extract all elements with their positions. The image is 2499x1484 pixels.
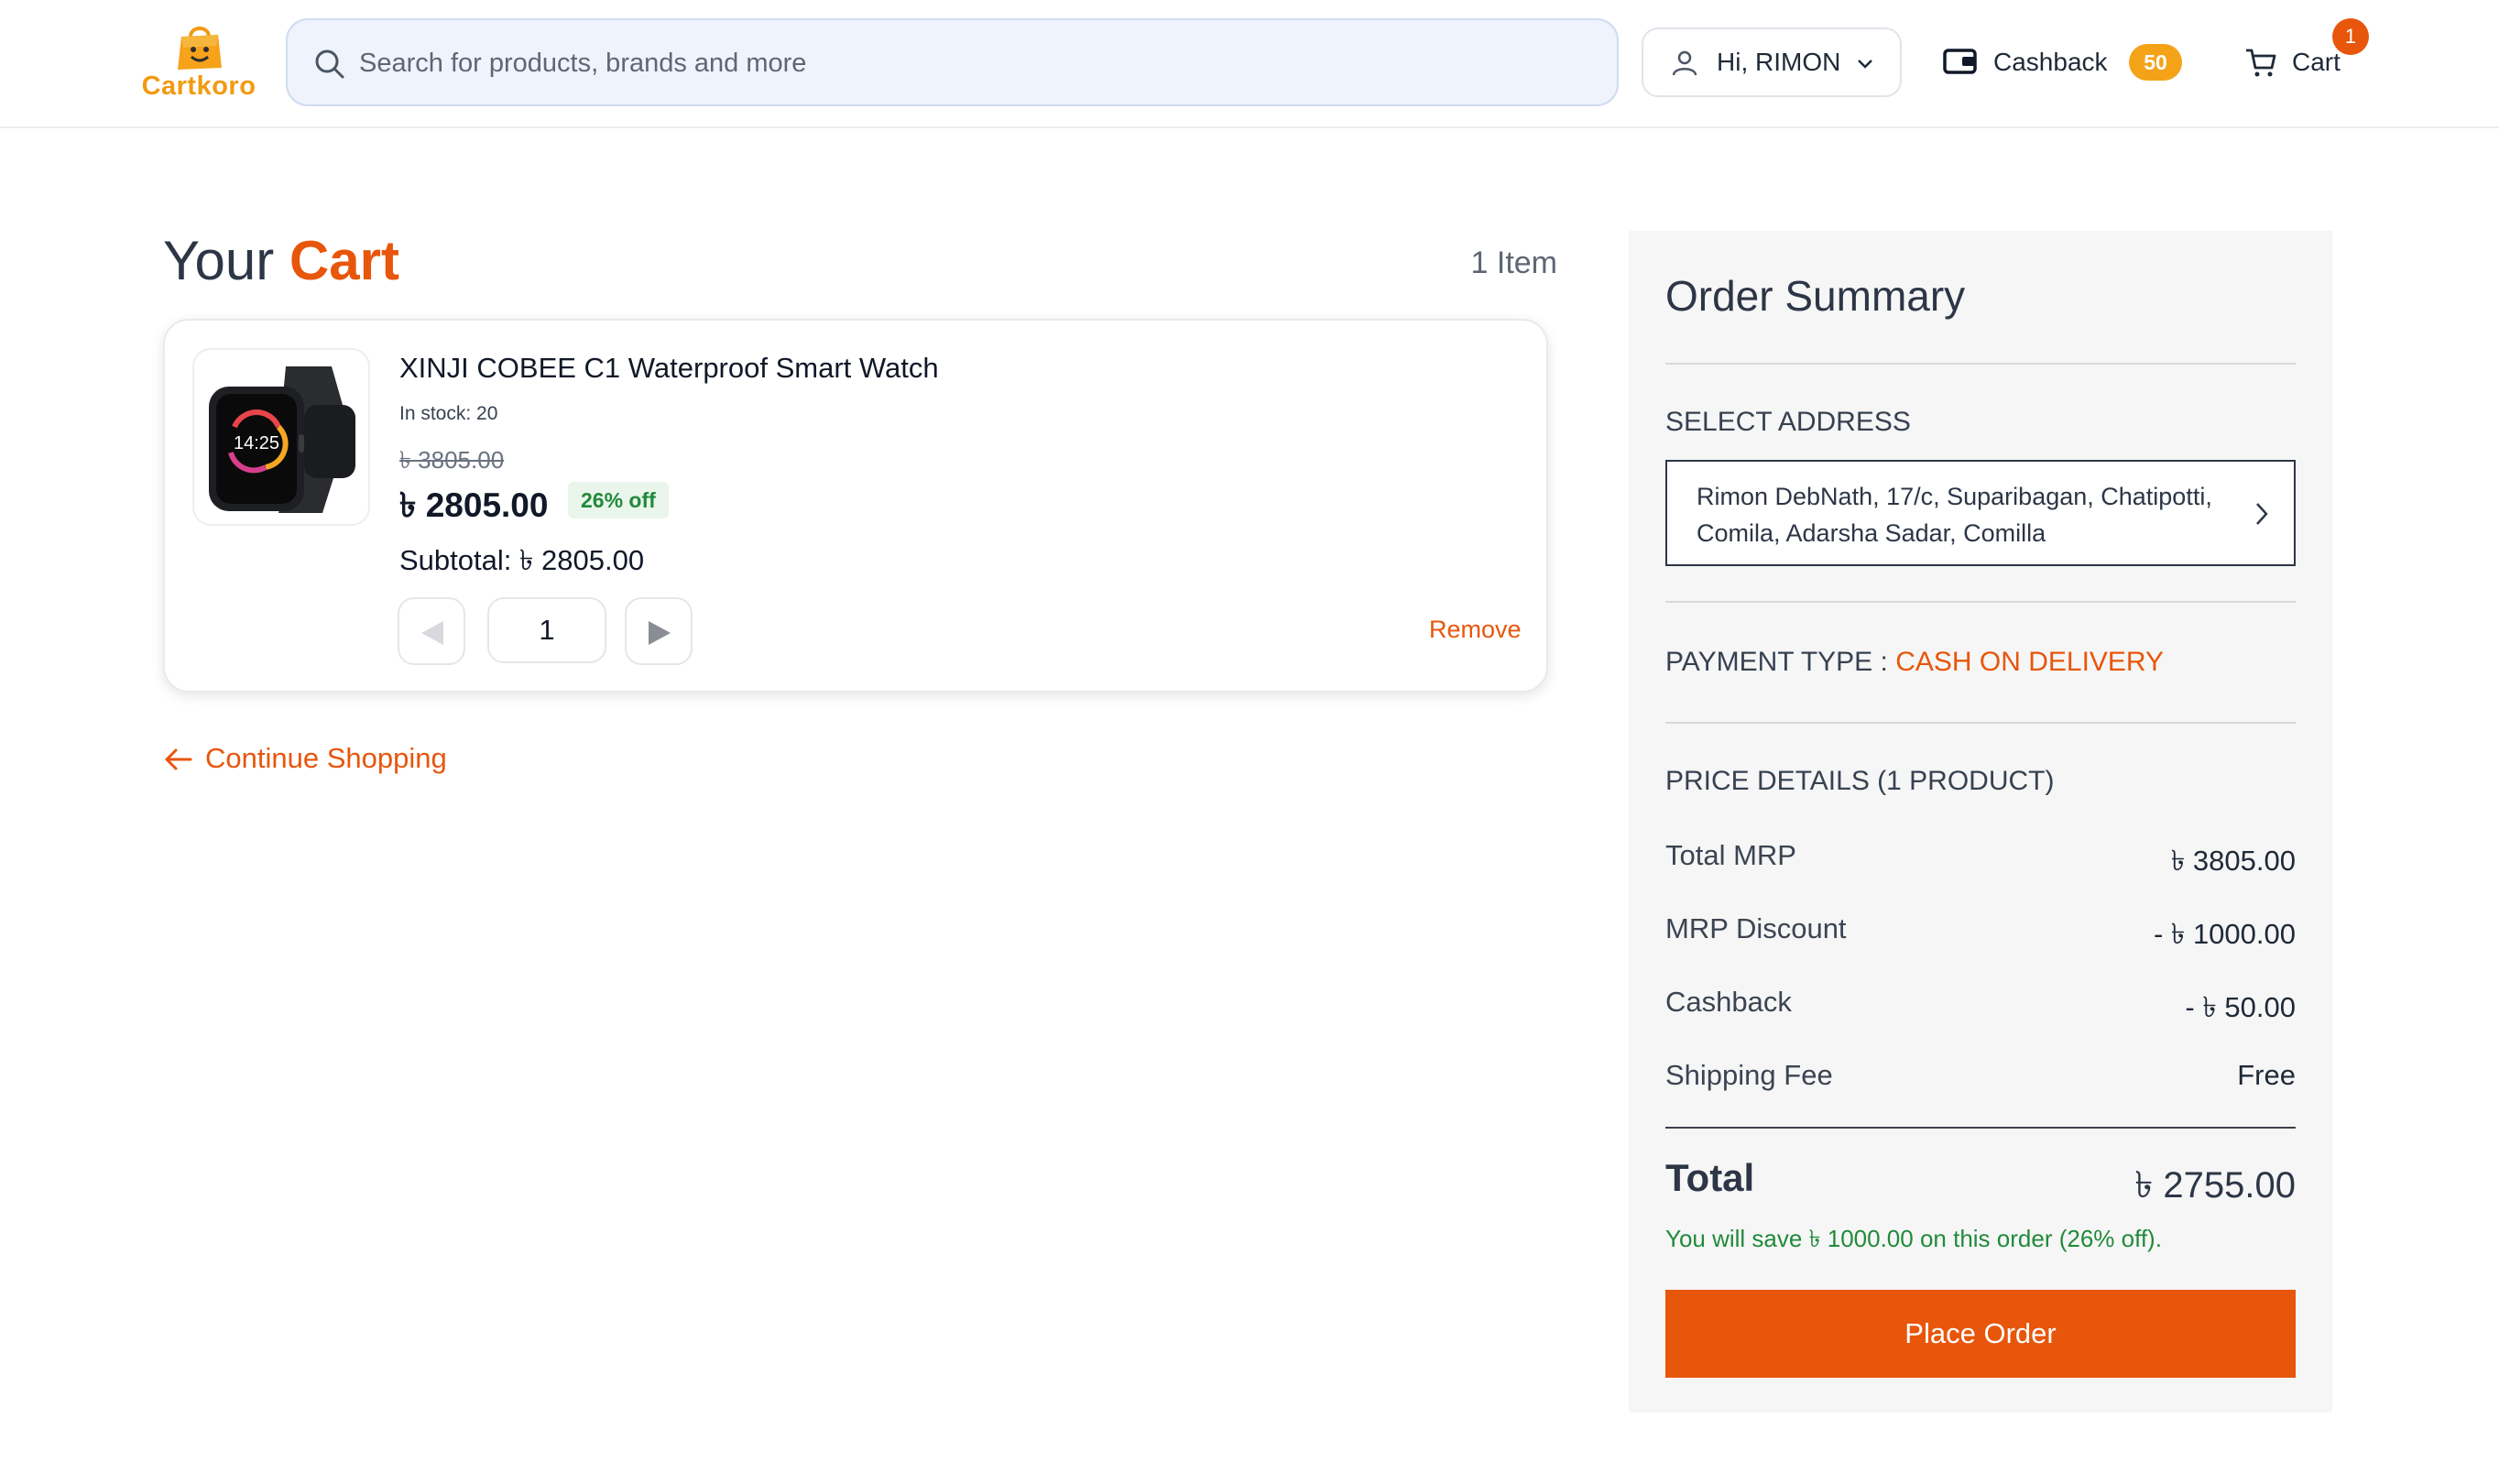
total-label: Total	[1665, 1156, 1755, 1199]
arrow-left-icon	[165, 748, 192, 770]
order-summary-title: Order Summary	[1665, 272, 1966, 320]
cartkoro-logo[interactable]: Cartkoro	[139, 20, 258, 104]
shipping-fee-value: Free	[2237, 1059, 2296, 1091]
quantity-input[interactable]: 1	[487, 597, 606, 663]
original-price: ৳ 3805.00	[399, 446, 505, 474]
top-header: Cartkoro Hi, RIMON Cashback 50	[0, 0, 2499, 128]
payment-type: PAYMENT TYPE : CASH ON DELIVERY	[1665, 647, 2164, 678]
cashback-badge: 50	[2129, 44, 2182, 81]
total-mrp-label: Total MRP	[1665, 839, 1796, 871]
divider	[1665, 601, 2296, 603]
place-order-button[interactable]: Place Order	[1665, 1290, 2296, 1378]
shopping-bag-icon	[178, 27, 222, 70]
item-count: 1 Item	[1470, 246, 1557, 280]
title-prefix: Your	[163, 230, 275, 291]
selected-address: Rimon DebNath, 17/c, Suparibagan, Chatip…	[1697, 483, 2212, 547]
stock-status: In stock: 20	[399, 403, 498, 424]
search-icon	[315, 49, 344, 79]
shipping-fee-label: Shipping Fee	[1665, 1059, 1833, 1091]
triangle-right-icon	[649, 621, 671, 645]
item-subtotal: Subtotal: ৳ 2805.00	[399, 544, 645, 576]
wallet-icon	[1943, 49, 1977, 74]
order-summary-panel: Order Summary SELECT ADDRESS Rimon DebNa…	[1629, 231, 2332, 1413]
quantity-increase-button[interactable]	[625, 597, 693, 665]
sale-price: ৳ 2805.00	[399, 486, 549, 524]
quantity-decrease-button[interactable]	[398, 597, 465, 665]
payment-type-value: CASH ON DELIVERY	[1895, 647, 2165, 677]
address-selector[interactable]: Rimon DebNath, 17/c, Suparibagan, Chatip…	[1665, 460, 2296, 566]
cart-item-card: 14:25 XINJI COBEE C1 Waterproof Smart Wa…	[163, 319, 1548, 693]
cart-icon	[2246, 49, 2276, 77]
cart-count-badge: 1	[2332, 18, 2369, 55]
search-input[interactable]	[359, 38, 1587, 88]
cashback-label: Cashback	[1993, 48, 2108, 76]
user-menu-button[interactable]: Hi, RIMON	[1642, 27, 1902, 97]
divider	[1665, 1127, 2296, 1129]
product-image[interactable]: 14:25	[192, 348, 370, 526]
mrp-discount-label: MRP Discount	[1665, 912, 1847, 944]
total-value: ৳ 2755.00	[2134, 1165, 2296, 1206]
chevron-right-icon	[2256, 503, 2268, 525]
cart-label: Cart	[2292, 48, 2341, 76]
select-address-label: SELECT ADDRESS	[1665, 407, 1911, 437]
mrp-discount-value: - ৳ 1000.00	[2153, 918, 2296, 950]
watch-face-time: 14:25	[234, 433, 279, 453]
price-details-label: PRICE DETAILS (1 PRODUCT)	[1665, 766, 2055, 796]
chevron-down-icon	[1858, 60, 1872, 69]
product-name[interactable]: XINJI COBEE C1 Waterproof Smart Watch	[399, 352, 939, 385]
title-accent: Cart	[289, 230, 399, 291]
divider	[1665, 363, 2296, 365]
payment-type-label: PAYMENT TYPE :	[1665, 647, 1888, 677]
user-icon	[1672, 50, 1697, 76]
divider	[1665, 722, 2296, 724]
cart-link[interactable]: Cart 1	[2244, 18, 2382, 90]
logo-wordmark: Cartkoro	[141, 71, 256, 101]
continue-shopping-label: Continue Shopping	[205, 742, 447, 774]
search-bar	[286, 18, 1619, 106]
savings-message: You will save ৳ 1000.00 on this order (2…	[1665, 1225, 2162, 1252]
smartwatch-image: 14:25	[209, 366, 355, 513]
total-mrp-value: ৳ 3805.00	[2170, 845, 2296, 877]
user-greeting: Hi, RIMON	[1717, 48, 1841, 76]
remove-item-link[interactable]: Remove	[1429, 616, 1522, 644]
discount-badge: 26% off	[568, 482, 669, 518]
cashback-row-label: Cashback	[1665, 986, 1792, 1018]
triangle-left-icon	[421, 621, 443, 645]
page-title: Your Cart	[163, 229, 399, 292]
cashback-row-value: - ৳ 50.00	[2185, 991, 2296, 1023]
